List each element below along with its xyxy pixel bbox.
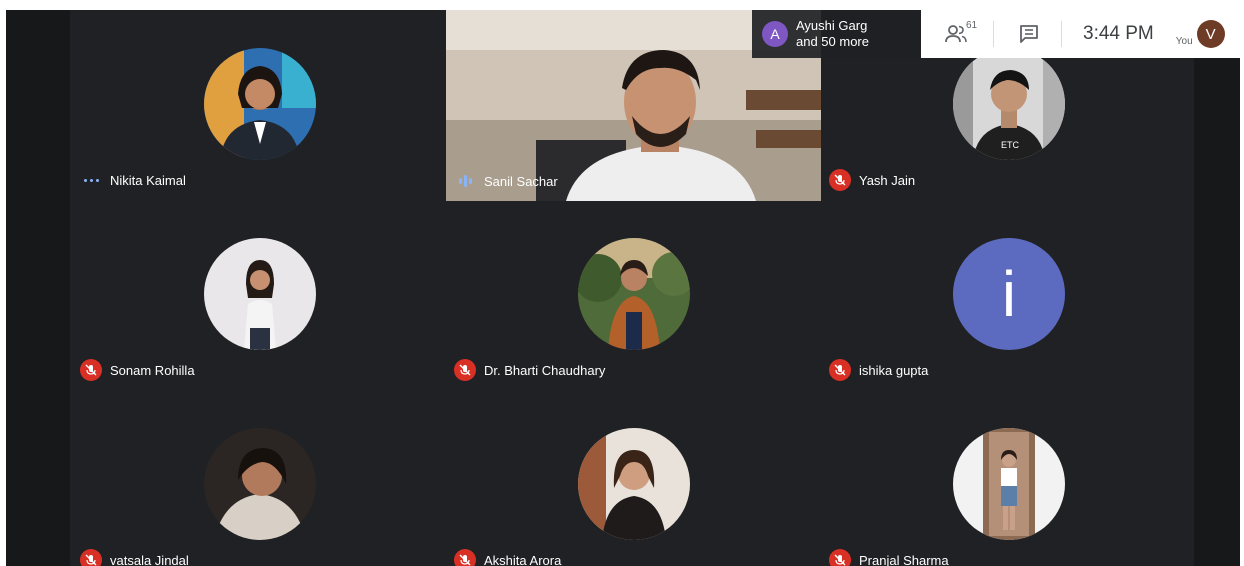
mic-off-icon — [80, 549, 102, 566]
participant-name: vatsala Jindal — [110, 552, 189, 566]
mic-off-icon — [829, 549, 851, 566]
mic-off-icon — [454, 549, 476, 566]
participant-name: Dr. Bharti Chaudhary — [484, 362, 606, 378]
svg-text:ETC: ETC — [1001, 140, 1020, 150]
participant-name: Sonam Rohilla — [110, 362, 195, 378]
mic-off-icon — [80, 359, 102, 381]
name-row: ishika gupta — [829, 358, 928, 382]
mic-off-icon — [829, 359, 851, 381]
speaking-icon — [454, 170, 476, 192]
name-row: Akshita Arora — [454, 548, 561, 566]
presenter-label: Ayushi Garg and 50 more — [796, 18, 869, 50]
participant-name: Pranjal Sharma — [859, 552, 949, 566]
participant-name: ishika gupta — [859, 362, 929, 378]
avatar-photo — [578, 428, 690, 540]
people-icon[interactable]: 61 — [945, 20, 977, 44]
name-row: Nikita Kaimal — [80, 168, 186, 192]
name-row: vatsala Jindal — [80, 548, 189, 566]
participant-name: Akshita Arora — [484, 552, 562, 566]
left-margin — [6, 10, 70, 566]
initial-avatar: i — [953, 238, 1065, 350]
name-row: Pranjal Sharma — [829, 548, 949, 566]
more-dots-icon — [80, 178, 102, 182]
avatar — [578, 238, 690, 350]
participant-tile-pranjal-sharma[interactable]: Pranjal Sharma — [821, 390, 1196, 566]
clock: 3:44 PM — [1083, 23, 1154, 44]
participant-tile-akshita-arora[interactable]: Akshita Arora — [446, 390, 821, 566]
presenter-more: and 50 more — [796, 34, 869, 49]
avatar — [204, 238, 316, 350]
presenter-avatar: A — [762, 21, 788, 47]
avatar-photo: ETC — [953, 48, 1065, 160]
presenter-chip[interactable]: A Ayushi Garg and 50 more — [752, 10, 921, 58]
divider — [993, 21, 994, 47]
divider — [1061, 21, 1062, 47]
presenter-name: Ayushi Garg — [796, 18, 868, 33]
self-avatar[interactable]: V — [1196, 20, 1225, 48]
avatar-photo — [204, 238, 316, 350]
avatar — [204, 428, 316, 540]
avatar — [578, 428, 690, 540]
avatar — [204, 48, 316, 160]
name-row: Yash Jain — [829, 168, 915, 192]
participant-name: Sanil Sachar — [484, 173, 558, 189]
name-row: Sanil Sachar — [454, 169, 558, 193]
avatar: ETC — [953, 48, 1065, 160]
meeting-stage: Nikita Kaimal Sanil Sachar ETC Yash Jain… — [6, 10, 1240, 566]
participant-tile-ishika-gupta[interactable]: i ishika gupta — [821, 200, 1196, 390]
mic-off-icon — [454, 359, 476, 381]
avatar-photo — [204, 428, 316, 540]
participant-tile-sonam-rohilla[interactable]: Sonam Rohilla — [72, 200, 447, 390]
participant-tile-vatsala-jindal[interactable]: vatsala Jindal — [72, 390, 447, 566]
top-bar: 61 3:44 PM You V — [921, 10, 1240, 58]
participant-tile-bharti-chaudhary[interactable]: Dr. Bharti Chaudhary — [446, 200, 821, 390]
avatar-photo — [204, 48, 316, 160]
name-row: Dr. Bharti Chaudhary — [454, 358, 605, 382]
name-row: Sonam Rohilla — [80, 358, 195, 382]
participant-name: Nikita Kaimal — [110, 172, 186, 188]
avatar-photo — [578, 238, 690, 350]
participant-tile-nikita-kaimal[interactable]: Nikita Kaimal — [72, 10, 447, 200]
chat-icon[interactable] — [1019, 24, 1039, 44]
participant-name: Yash Jain — [859, 172, 916, 188]
avatar-photo — [953, 428, 1065, 540]
you-label: You — [1175, 35, 1193, 47]
participant-count: 61 — [966, 20, 978, 31]
right-margin — [1194, 10, 1240, 566]
mic-off-icon — [829, 169, 851, 191]
avatar — [953, 428, 1065, 540]
